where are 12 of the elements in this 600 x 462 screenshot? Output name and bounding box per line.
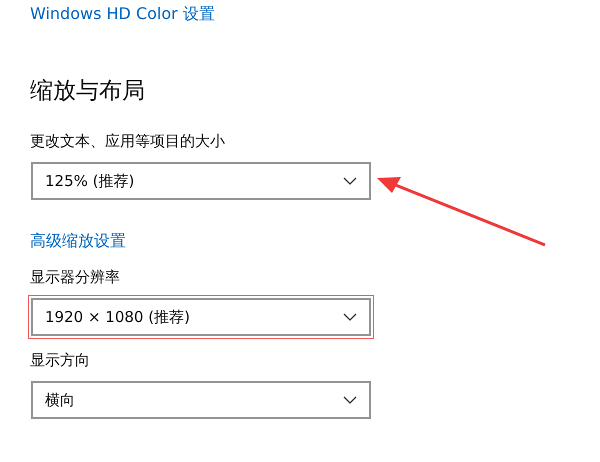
field-label: 显示方向 — [30, 351, 90, 370]
dropdown[interactable]: 125% (推荐) — [31, 162, 371, 200]
field-label: 更改文本、应用等项目的大小 — [30, 132, 225, 151]
caret-icon — [343, 313, 357, 321]
section-heading: 缩放与布局 — [30, 77, 145, 106]
caret-icon — [343, 396, 357, 404]
dropdown[interactable]: 横向 — [31, 381, 371, 419]
settings-link[interactable]: Windows HD Color 设置 — [30, 4, 215, 25]
settings-link[interactable]: 高级缩放设置 — [30, 231, 126, 252]
caret-icon — [343, 177, 357, 185]
field-label: 显示器分辨率 — [30, 268, 120, 287]
dropdown[interactable]: 1920 × 1080 (推荐) — [31, 298, 371, 336]
